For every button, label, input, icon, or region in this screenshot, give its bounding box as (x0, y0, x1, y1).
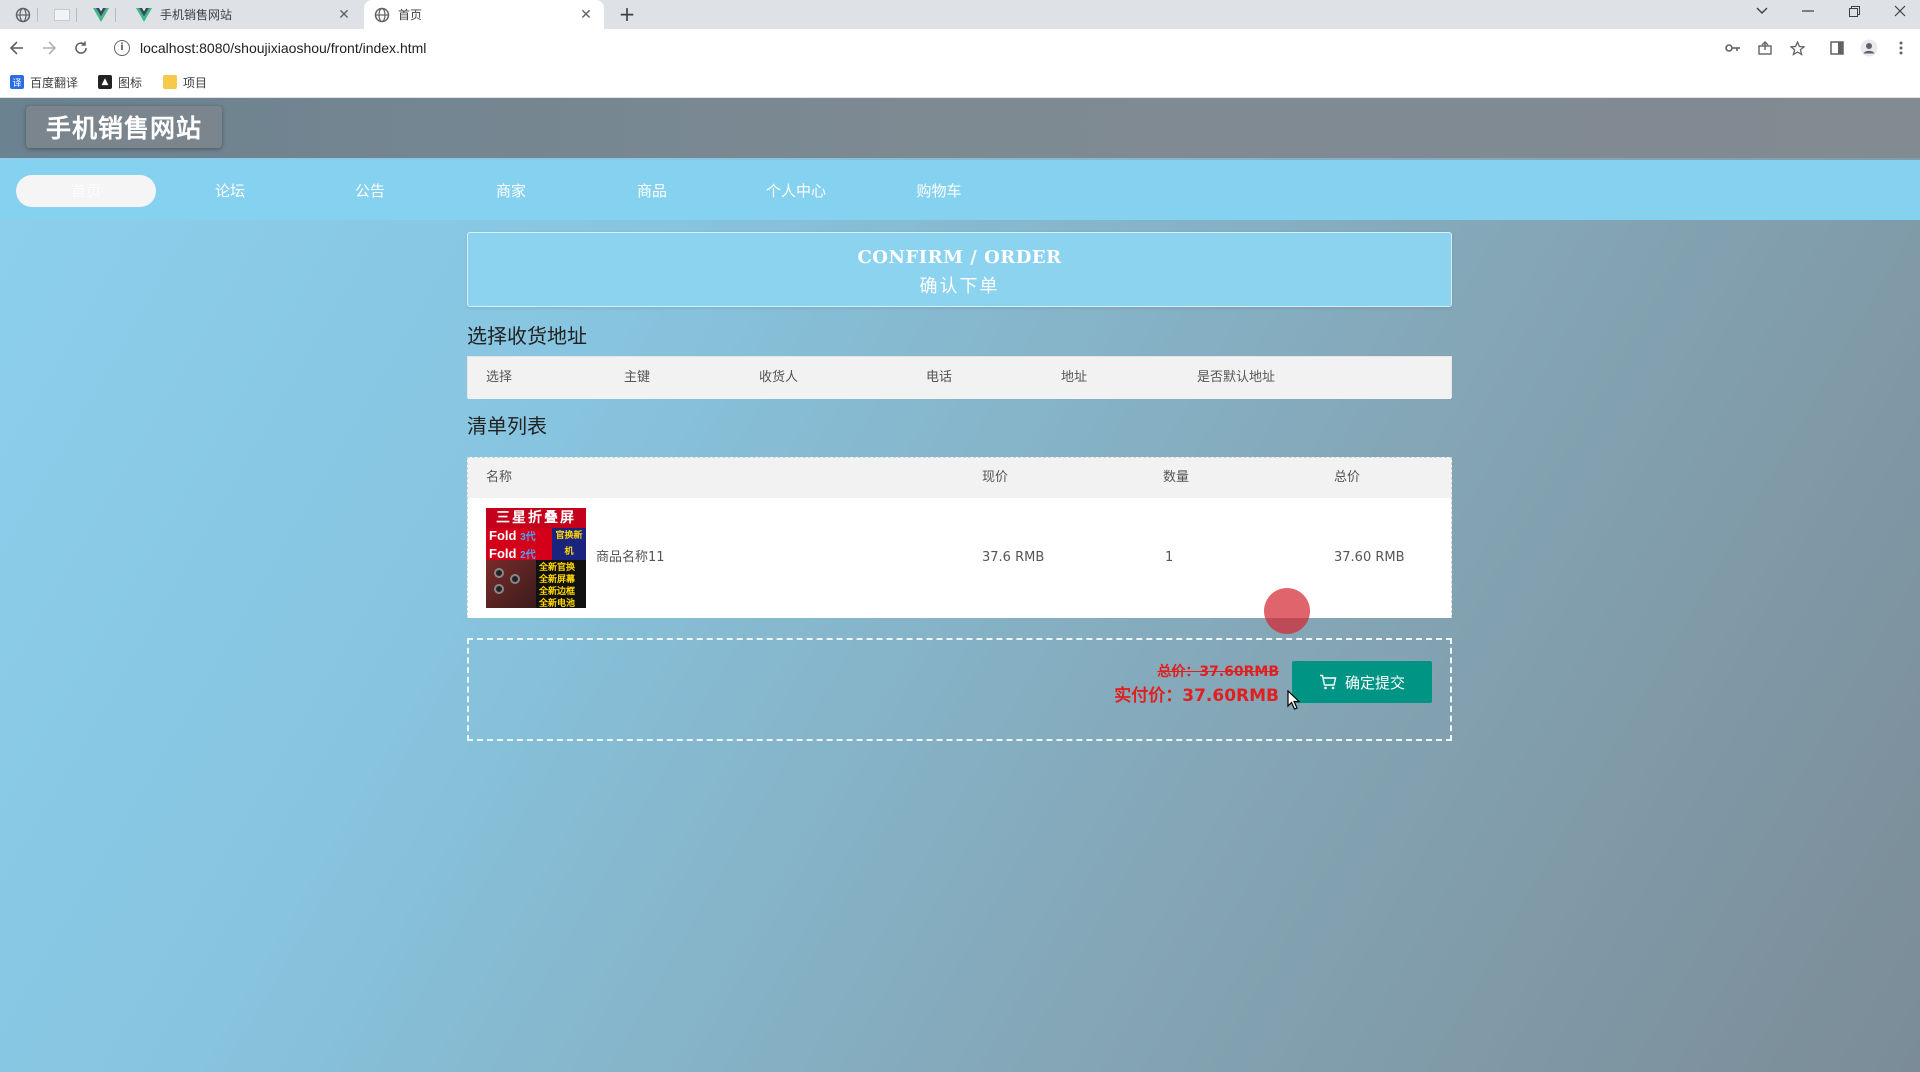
bookmark-star-icon[interactable] (1787, 38, 1807, 58)
site-logo[interactable]: 手机销售网站 (26, 106, 223, 148)
vue-logo-icon (136, 7, 152, 22)
tab-home[interactable]: 首页 ✕ (364, 0, 604, 29)
profile-icon[interactable] (1859, 38, 1879, 58)
pinned-tab-vue[interactable] (86, 4, 116, 26)
site-info-icon[interactable]: i (114, 39, 130, 56)
confirm-order-banner: CONFIRM / ORDER 确认下单 (467, 232, 1452, 307)
product-quantity: 1 (1165, 550, 1174, 565)
product-price: 37.6 RMB (982, 550, 1045, 565)
address-bar[interactable]: i localhost:8080/shoujixiaoshou/front/in… (106, 33, 1796, 62)
tab-search-icon[interactable] (1740, 0, 1784, 22)
nav-merchant[interactable]: 商家 (441, 175, 581, 207)
browser-toolbar: i localhost:8080/shoujixiaoshou/front/in… (0, 29, 1920, 66)
close-icon[interactable]: ✕ (578, 7, 594, 23)
banner-title-zh: 确认下单 (919, 276, 1000, 297)
column-header: 主键 (624, 370, 651, 385)
column-header: 电话 (926, 370, 953, 385)
submit-order-button[interactable]: 确定提交 (1292, 661, 1432, 703)
nav-cart[interactable]: 购物车 (869, 175, 1009, 207)
browser-tabstrip: 手机销售网站 ✕ 首页 ✕ + (0, 0, 1920, 29)
folder-icon (163, 75, 177, 89)
minimize-icon[interactable] (1786, 0, 1830, 22)
pinned-tab-globe[interactable] (8, 4, 38, 26)
column-header: 现价 (982, 470, 1009, 485)
order-items-table: 名称 现价 数量 总价 三星折叠屏 Fold 3代 Fold 2代 官换新机 全… (467, 457, 1452, 618)
bookmark-label: 项目 (183, 75, 208, 90)
globe-icon (15, 7, 31, 23)
main-nav: 首页 论坛 公告 商家 商品 个人中心 购物车 (0, 160, 1920, 220)
bookmark-projects[interactable]: 项目 (163, 72, 207, 92)
key-icon[interactable] (1723, 38, 1743, 58)
nav-home[interactable]: 首页 (16, 175, 156, 207)
restore-icon[interactable] (1832, 0, 1876, 22)
address-section-title: 选择收货地址 (467, 324, 587, 348)
nav-notice[interactable]: 公告 (300, 175, 440, 207)
column-header: 名称 (486, 470, 513, 485)
items-table-header: 名称 现价 数量 总价 (468, 458, 1451, 498)
back-icon[interactable] (6, 37, 28, 59)
bookmark-images[interactable]: ▲ 图标 (98, 72, 142, 92)
web-page: 手机销售网站 首页 论坛 公告 商家 商品 个人中心 购物车 CONFIRM /… (0, 98, 1920, 1072)
list-section-title: 清单列表 (467, 414, 547, 438)
original-total: 总价：37.60RMB (1157, 664, 1279, 680)
reload-icon[interactable] (70, 37, 92, 59)
site-header: 手机销售网站 (0, 98, 1920, 158)
bookmarks-bar: 译 百度翻译 ▲ 图标 项目 (0, 66, 1920, 98)
column-header: 是否默认地址 (1197, 370, 1276, 385)
bookmark-label: 图标 (118, 75, 143, 90)
address-table: 选择 主键 收货人 电话 地址 是否默认地址 (467, 356, 1452, 399)
share-icon[interactable] (1755, 38, 1775, 58)
tab-title: 手机销售网站 (160, 8, 233, 22)
pinned-tab-blank[interactable] (47, 4, 77, 26)
cart-icon (1319, 674, 1337, 690)
new-tab-button[interactable]: + (614, 2, 640, 26)
column-header: 收货人 (759, 370, 799, 385)
translate-icon: 译 (10, 75, 24, 89)
bookmark-translate[interactable]: 译 百度翻译 (10, 72, 78, 92)
column-header: 地址 (1061, 370, 1088, 385)
column-header: 数量 (1163, 470, 1190, 485)
paid-total: 实付价：37.60RMB (1114, 686, 1279, 706)
image-icon: ▲ (98, 75, 112, 89)
nav-forum[interactable]: 论坛 (160, 175, 300, 207)
product-thumbnail[interactable]: 三星折叠屏 Fold 3代 Fold 2代 官换新机 全新官换 全新屏幕 全新边… (486, 508, 586, 608)
menu-icon[interactable] (1891, 38, 1911, 58)
blank-page-icon (54, 9, 70, 21)
submit-label: 确定提交 (1344, 673, 1405, 692)
column-header: 选择 (486, 370, 513, 385)
address-table-header: 选择 主键 收货人 电话 地址 是否默认地址 (468, 357, 1451, 399)
url-text[interactable]: localhost:8080/shoujixiaoshou/front/inde… (140, 40, 426, 56)
tab-site[interactable]: 手机销售网站 ✕ (126, 0, 362, 29)
bookmark-label: 百度翻译 (30, 75, 79, 90)
vue-logo-icon (93, 8, 109, 22)
close-window-icon[interactable] (1878, 0, 1920, 22)
globe-icon (374, 7, 390, 22)
mouse-pointer-icon (1287, 690, 1301, 710)
tab-title: 首页 (398, 8, 423, 22)
nav-profile[interactable]: 个人中心 (726, 175, 866, 207)
product-total: 37.60 RMB (1334, 550, 1405, 565)
side-panel-icon[interactable] (1827, 38, 1847, 58)
nav-products[interactable]: 商品 (582, 175, 722, 207)
close-icon[interactable]: ✕ (336, 7, 352, 23)
forward-icon[interactable] (38, 37, 60, 59)
order-summary: 总价：37.60RMB 实付价：37.60RMB 确定提交 (467, 638, 1452, 741)
banner-title-en: CONFIRM / ORDER (857, 247, 1062, 268)
product-name: 商品名称11 (596, 550, 665, 565)
column-header: 总价 (1334, 470, 1361, 485)
click-indicator (1264, 588, 1310, 634)
